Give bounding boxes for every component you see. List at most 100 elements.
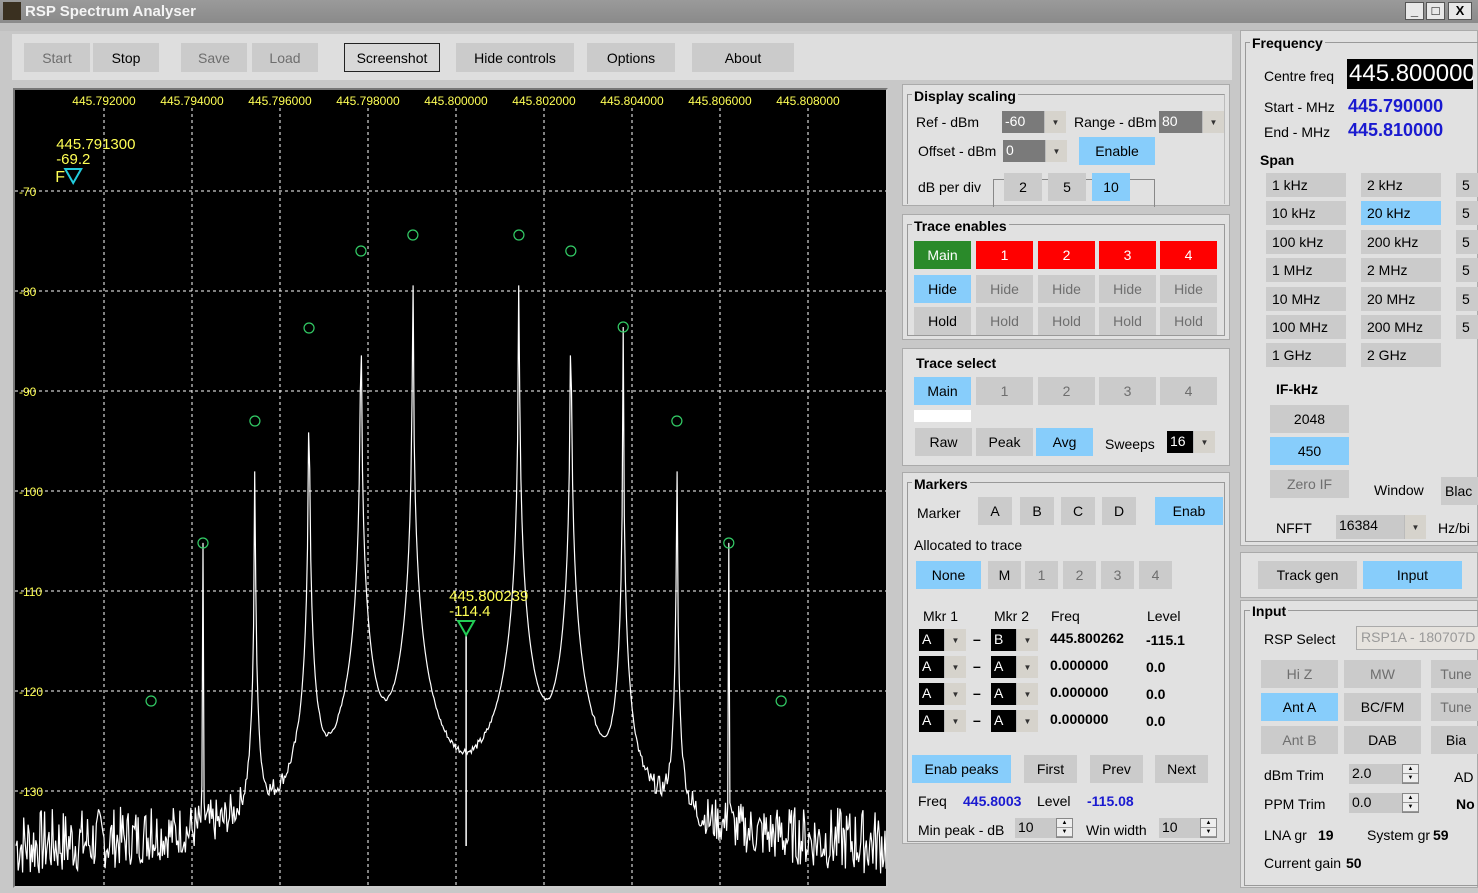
spin-arrows-icon[interactable]: ▲ ▼ bbox=[1056, 818, 1073, 838]
trace-enable-2[interactable]: 2 bbox=[1038, 241, 1095, 269]
chevron-down-icon[interactable]: ▼ bbox=[1193, 431, 1215, 453]
avg-mode-button[interactable]: Avg bbox=[1036, 428, 1093, 456]
span-button[interactable]: 5 bbox=[1456, 315, 1478, 339]
min-peak-spinner[interactable]: 10 ▲ ▼ bbox=[1015, 818, 1073, 838]
trace-select-1[interactable]: 1 bbox=[976, 377, 1033, 405]
screenshot-button[interactable]: Screenshot bbox=[344, 43, 440, 72]
centre-freq-input[interactable]: 445.800000 bbox=[1347, 59, 1473, 89]
chevron-down-icon[interactable]: ▼ bbox=[1404, 515, 1426, 539]
trace-enable-4[interactable]: 4 bbox=[1160, 241, 1217, 269]
trace-enable-3[interactable]: 3 bbox=[1099, 241, 1156, 269]
trace-select-main[interactable]: Main bbox=[914, 377, 971, 405]
marker-a-button[interactable]: A bbox=[978, 497, 1012, 525]
input-option-button[interactable]: Hi Z bbox=[1261, 660, 1338, 688]
span-button[interactable]: 5 bbox=[1456, 201, 1478, 226]
chevron-down-icon[interactable]: ▼ bbox=[1016, 656, 1038, 678]
mkr1-select[interactable]: A ▼ bbox=[919, 710, 966, 732]
chevron-down-icon[interactable]: ▼ bbox=[944, 656, 966, 678]
input-option-button[interactable]: Ant A bbox=[1261, 693, 1338, 721]
marker-b-button[interactable]: B bbox=[1020, 497, 1054, 525]
minimize-button[interactable]: _ bbox=[1405, 2, 1424, 20]
span-button[interactable]: 2 GHz bbox=[1361, 343, 1441, 368]
input-option-button[interactable]: MW bbox=[1344, 660, 1421, 688]
input-option-button[interactable]: Ant B bbox=[1261, 726, 1338, 754]
trace-select-2[interactable]: 2 bbox=[1038, 377, 1095, 405]
span-button[interactable]: 1 GHz bbox=[1266, 343, 1346, 368]
window-select[interactable]: Blac bbox=[1441, 477, 1478, 505]
win-width-spinner[interactable]: 10 ▲ ▼ bbox=[1159, 818, 1217, 838]
span-button[interactable]: 2 kHz bbox=[1361, 173, 1441, 197]
range-dbm-select[interactable]: 80 ▼ bbox=[1159, 111, 1224, 133]
input-option-button[interactable]: BC/FM bbox=[1344, 693, 1421, 721]
rsp-select-dropdown[interactable]: RSP1A - 180707D bbox=[1356, 626, 1478, 650]
prev-peak-button[interactable]: Prev bbox=[1090, 755, 1143, 783]
span-button[interactable]: 5 bbox=[1456, 286, 1478, 311]
enable-scaling-button[interactable]: Enable bbox=[1079, 137, 1155, 165]
hide-main-button[interactable]: Hide bbox=[914, 275, 971, 303]
hide-4-button[interactable]: Hide bbox=[1160, 275, 1217, 303]
next-peak-button[interactable]: Next bbox=[1155, 755, 1208, 783]
mkr2-select[interactable]: A ▼ bbox=[991, 656, 1038, 678]
span-button[interactable]: 200 kHz bbox=[1361, 229, 1441, 254]
db-per-div-5[interactable]: 5 bbox=[1048, 173, 1086, 201]
span-button[interactable]: 20 MHz bbox=[1361, 286, 1441, 311]
hide-1-button[interactable]: Hide bbox=[976, 275, 1033, 303]
chevron-down-icon[interactable]: ▼ bbox=[944, 710, 966, 732]
alloc-none-button[interactable]: None bbox=[916, 561, 981, 589]
raw-mode-button[interactable]: Raw bbox=[915, 428, 972, 456]
zero-if-button[interactable]: Zero IF bbox=[1270, 470, 1349, 498]
spin-arrows-icon[interactable]: ▲ ▼ bbox=[1402, 764, 1419, 784]
input-option-button[interactable]: DAB bbox=[1344, 726, 1421, 754]
mkr1-select[interactable]: A ▼ bbox=[919, 656, 966, 678]
ref-dbm-select[interactable]: -60 ▼ bbox=[1002, 111, 1066, 133]
marker-d-button[interactable]: D bbox=[1102, 497, 1136, 525]
stop-button[interactable]: Stop bbox=[93, 43, 159, 72]
chevron-down-icon[interactable]: ▼ bbox=[1044, 111, 1066, 133]
span-button[interactable]: 10 kHz bbox=[1266, 201, 1346, 226]
sweeps-select[interactable]: 16 ▼ bbox=[1167, 431, 1215, 453]
span-button[interactable]: 100 MHz bbox=[1266, 315, 1346, 339]
span-button[interactable]: 100 kHz bbox=[1266, 229, 1346, 254]
span-button[interactable]: 200 MHz bbox=[1361, 315, 1441, 339]
hold-1-button[interactable]: Hold bbox=[976, 307, 1033, 335]
db-per-div-10[interactable]: 10 bbox=[1092, 173, 1130, 201]
span-button[interactable]: 2 MHz bbox=[1361, 258, 1441, 283]
peak-mode-button[interactable]: Peak bbox=[976, 428, 1033, 456]
alloc-m-button[interactable]: M bbox=[988, 561, 1021, 589]
if-2048-button[interactable]: 2048 bbox=[1270, 405, 1349, 433]
mkr2-select[interactable]: A ▼ bbox=[991, 683, 1038, 705]
input-tab[interactable]: Input bbox=[1363, 561, 1462, 589]
mkr1-select[interactable]: A ▼ bbox=[919, 683, 966, 705]
alloc-2-button[interactable]: 2 bbox=[1063, 561, 1096, 589]
track-gen-tab[interactable]: Track gen bbox=[1258, 561, 1357, 589]
maximize-button[interactable]: □ bbox=[1426, 2, 1445, 20]
chevron-down-icon[interactable]: ▼ bbox=[1016, 710, 1038, 732]
mkr2-select[interactable]: B ▼ bbox=[991, 629, 1038, 651]
ppm-trim-spinner[interactable]: 0.0 ▲ ▼ bbox=[1349, 793, 1419, 813]
close-button[interactable]: X bbox=[1448, 2, 1472, 20]
start-button[interactable]: Start bbox=[24, 43, 90, 72]
mkr2-select[interactable]: A ▼ bbox=[991, 710, 1038, 732]
db-per-div-2[interactable]: 2 bbox=[1004, 173, 1042, 201]
hide-controls-button[interactable]: Hide controls bbox=[456, 43, 574, 72]
span-button[interactable]: 1 MHz bbox=[1266, 258, 1346, 283]
spin-arrows-icon[interactable]: ▲ ▼ bbox=[1200, 818, 1217, 838]
hide-3-button[interactable]: Hide bbox=[1099, 275, 1156, 303]
if-450-button[interactable]: 450 bbox=[1270, 437, 1349, 465]
save-button[interactable]: Save bbox=[181, 43, 247, 72]
dbm-trim-spinner[interactable]: 2.0 ▲ ▼ bbox=[1349, 764, 1419, 784]
span-button[interactable]: 5 bbox=[1456, 258, 1478, 283]
span-button[interactable]: 5 bbox=[1456, 229, 1478, 254]
input-option-button[interactable]: Tune bbox=[1431, 660, 1478, 688]
first-peak-button[interactable]: First bbox=[1024, 755, 1077, 783]
hold-4-button[interactable]: Hold bbox=[1160, 307, 1217, 335]
hide-2-button[interactable]: Hide bbox=[1038, 275, 1095, 303]
chevron-down-icon[interactable]: ▼ bbox=[1202, 111, 1224, 133]
options-button[interactable]: Options bbox=[587, 43, 675, 72]
trace-enable-main[interactable]: Main bbox=[914, 241, 971, 269]
hold-main-button[interactable]: Hold bbox=[914, 307, 971, 335]
trace-select-4[interactable]: 4 bbox=[1160, 377, 1217, 405]
span-button[interactable]: 10 MHz bbox=[1266, 286, 1346, 311]
chevron-down-icon[interactable]: ▼ bbox=[1016, 629, 1038, 651]
alloc-4-button[interactable]: 4 bbox=[1139, 561, 1172, 589]
